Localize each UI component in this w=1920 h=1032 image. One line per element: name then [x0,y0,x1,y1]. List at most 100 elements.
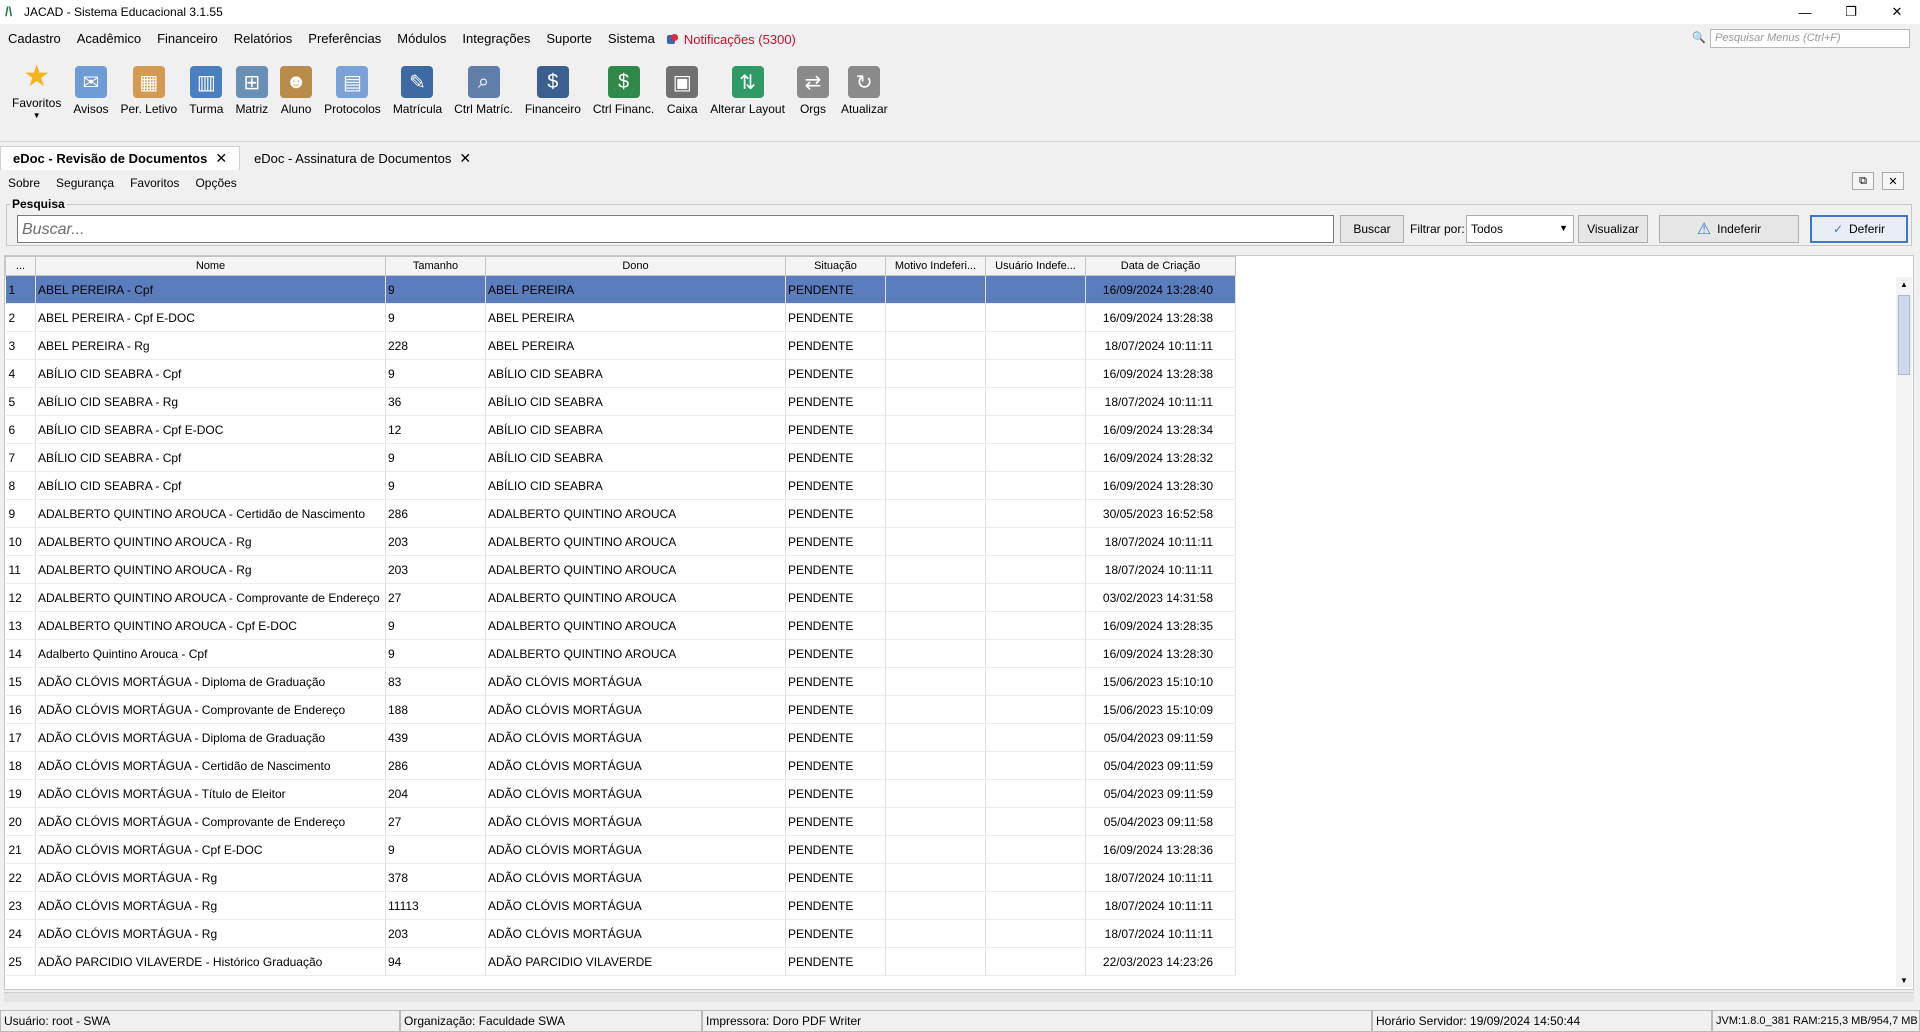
toolbar-protocolos[interactable]: ▤ Protocolos [318,54,387,116]
table-row[interactable]: 5 ABÍLIO CID SEABRA - Rg 36 ABÍLIO CID SEAB… [5,387,1236,416]
menu-suporte[interactable]: Suporte [538,27,600,51]
close-icon[interactable]: ✕ [215,150,227,167]
toolbar-caixa[interactable]: ▣ Caixa [660,54,704,116]
table-row[interactable]: 16 ADÃO CLÓVIS MORTÁGUA - Comprovante de … [5,695,1236,724]
toolbar-turma[interactable]: ▥ Turma [183,54,229,116]
toolbar-favoritos[interactable]: ★ Favoritos ▼ [6,54,67,120]
column-header-data[interactable]: Data de Criação [1085,256,1236,276]
table-row[interactable]: 3 ABEL PEREIRA - Rg 228 ABEL PEREIRA PENDENT… [5,331,1236,360]
toolbar-alterar-layout[interactable]: ⇅ Alterar Layout [704,54,791,116]
minimize-button[interactable]: — [1782,0,1828,24]
table-row[interactable]: 10 ADALBERTO QUINTINO AROUCA - Rg 203 ADALB… [5,527,1236,556]
table-row[interactable]: 11 ADALBERTO QUINTINO AROUCA - Rg 203 ADALB… [5,555,1236,584]
submenu-favoritos[interactable]: Favoritos [122,176,187,190]
table-row[interactable]: 19 ADÃO CLÓVIS MORTÁGUA - Título de Eleit… [5,779,1236,808]
submenu-seguranca[interactable]: Segurança [48,176,122,190]
table-row[interactable]: 2 ABEL PEREIRA - Cpf E-DOC 9 ABEL PEREIRA PE… [5,303,1236,332]
close-window-button[interactable]: ✕ [1874,0,1920,24]
notifications-label: Notificações (5300) [683,31,796,47]
cell-situacao: PENDENTE [785,695,886,724]
menu-preferencias[interactable]: Preferências [300,27,389,51]
table-row[interactable]: 13 ADALBERTO QUINTINO AROUCA - Cpf E-DOC 9… [5,611,1236,640]
submenu-sobre[interactable]: Sobre [0,176,48,190]
table-row[interactable]: 14 Adalberto Quintino Arouca - Cpf 9 ADALBE… [5,639,1236,668]
view-button[interactable]: Visualizar [1578,215,1648,243]
menu-academico[interactable]: Acadêmico [69,27,149,51]
toolbar-ctrl-matric[interactable]: ⌕ Ctrl Matríc. [448,54,519,116]
menu-financeiro[interactable]: Financeiro [149,27,226,51]
table-row[interactable]: 21 ADÃO CLÓVIS MORTÁGUA - Cpf E-DOC 9 ADÃO … [5,835,1236,864]
filter-select[interactable]: Todos ▼ [1466,215,1574,243]
table-row[interactable]: 20 ADÃO CLÓVIS MORTÁGUA - Comprovante de … [5,807,1236,836]
table-row[interactable]: 25 ADÃO PARCIDIO VILAVERDE - Histórico Gr… [5,947,1236,976]
toolbar-orgs[interactable]: ⇄ Orgs [791,54,835,116]
scroll-down-icon[interactable]: ▼ [1896,973,1912,987]
cell-motivo [885,611,986,640]
maximize-button[interactable]: ❐ [1828,0,1874,24]
close-panel-button[interactable]: ✕ [1882,172,1904,190]
arrows-icon: ⇄ [796,66,829,98]
table-row[interactable]: 18 ADÃO CLÓVIS MORTÁGUA - Certidão de Nas… [5,751,1236,780]
table-row[interactable]: 1 ABEL PEREIRA - Cpf 9 ABEL PEREIRA PENDENTE… [5,275,1236,304]
cell-motivo [885,499,986,528]
table-row[interactable]: 17 ADÃO CLÓVIS MORTÁGUA - Diploma de Grad… [5,723,1236,752]
menu-search-input[interactable]: Pesquisar Menus (Ctrl+F) [1710,29,1910,48]
reject-button[interactable]: ⚠ Indeferir [1659,215,1799,243]
notifications-link[interactable]: Notificações (5300) [666,31,796,47]
column-header-index[interactable]: ... [5,256,36,276]
menu-integracoes[interactable]: Integrações [454,27,538,51]
column-header-motivo[interactable]: Motivo Indeferi... [885,256,986,276]
table-row[interactable]: 22 ADÃO CLÓVIS MORTÁGUA - Rg 378 ADÃO CLÓVI… [5,863,1236,892]
tab-assinatura-documentos[interactable]: eDoc - Assinatura de Documentos ✕ [242,146,483,170]
table-row[interactable]: 24 ADÃO CLÓVIS MORTÁGUA - Rg 203 ADÃO CLÓVI… [5,919,1236,948]
cell-motivo [885,723,986,752]
vertical-scrollbar[interactable]: ▲ ▼ [1896,277,1912,987]
menu-cadastro[interactable]: Cadastro [0,27,69,51]
toolbar-aluno[interactable]: ☻ Aluno [274,54,318,116]
toolbar-ctrl-financ[interactable]: $ Ctrl Financ. [587,54,660,116]
search-button[interactable]: Buscar [1340,215,1404,243]
detach-button[interactable]: ⧉ [1852,172,1874,190]
cell-index: 8 [5,471,36,500]
search-input[interactable]: Buscar... [17,215,1334,243]
column-header-dono[interactable]: Dono [485,256,786,276]
cell-tamanho: 203 [385,919,486,948]
tab-revisao-documentos[interactable]: eDoc - Revisão de Documentos ✕ [0,146,241,170]
table-row[interactable]: 15 ADÃO CLÓVIS MORTÁGUA - Diploma de Grad… [5,667,1236,696]
envelope-icon: ✉ [74,66,107,98]
column-header-usuario[interactable]: Usuário Indefe... [985,256,1086,276]
column-header-situacao[interactable]: Situação [785,256,886,276]
menu-sistema[interactable]: Sistema [600,27,663,51]
close-icon[interactable]: ✕ [459,150,471,167]
table-row[interactable]: 7 ABÍLIO CID SEABRA - Cpf 9 ABÍLIO CID SEAB… [5,443,1236,472]
table-row[interactable]: 6 ABÍLIO CID SEABRA - Cpf E-DOC 12 ABÍLIO C… [5,415,1236,444]
toolbar-matriz[interactable]: ⊞ Matriz [229,54,274,116]
toolbar-financeiro[interactable]: $ Financeiro [519,54,587,116]
cell-tamanho: 378 [385,863,486,892]
cell-tamanho: 9 [385,611,486,640]
status-jvm: JVM:1.8.0_381 RAM:215,3 MB/954,7 MB [1712,1010,1920,1032]
cell-index: 12 [5,583,36,612]
toolbar-per-letivo[interactable]: ▦ Per. Letivo [115,54,184,116]
table-row[interactable]: 12 ADALBERTO QUINTINO AROUCA - Comprovant… [5,583,1236,612]
toolbar-matricula[interactable]: ✎ Matrícula [387,54,448,116]
scroll-up-icon[interactable]: ▲ [1896,277,1912,291]
submenu-opcoes[interactable]: Opções [187,176,244,190]
column-header-nome[interactable]: Nome [35,256,386,276]
approve-button[interactable]: ✓ Deferir [1810,215,1908,243]
column-header-tamanho[interactable]: Tamanho [385,256,486,276]
table-row[interactable]: 4 ABÍLIO CID SEABRA - Cpf 9 ABÍLIO CID SEAB… [5,359,1236,388]
table-row[interactable]: 9 ADALBERTO QUINTINO AROUCA - Certidão de… [5,499,1236,528]
status-server-time: Horário Servidor: 19/09/2024 14:50:44 [1372,1010,1712,1032]
cell-usuario [985,835,1086,864]
cell-tamanho: 9 [385,443,486,472]
table-row[interactable]: 8 ABÍLIO CID SEABRA - Cpf 9 ABÍLIO CID SEAB… [5,471,1236,500]
toolbar-avisos[interactable]: ✉ Avisos [67,54,114,116]
scrollbar-thumb[interactable] [1898,295,1910,375]
toolbar-atualizar[interactable]: ↻ Atualizar [835,54,894,116]
horizontal-scrollbar[interactable] [4,992,1914,1002]
table-row[interactable]: 23 ADÃO CLÓVIS MORTÁGUA - Rg 11113 ADÃO CLÓ… [5,891,1236,920]
cell-nome: ADALBERTO QUINTINO AROUCA - Comprovante … [35,583,386,612]
menu-modulos[interactable]: Módulos [389,27,454,51]
menu-relatorios[interactable]: Relatórios [226,27,301,51]
